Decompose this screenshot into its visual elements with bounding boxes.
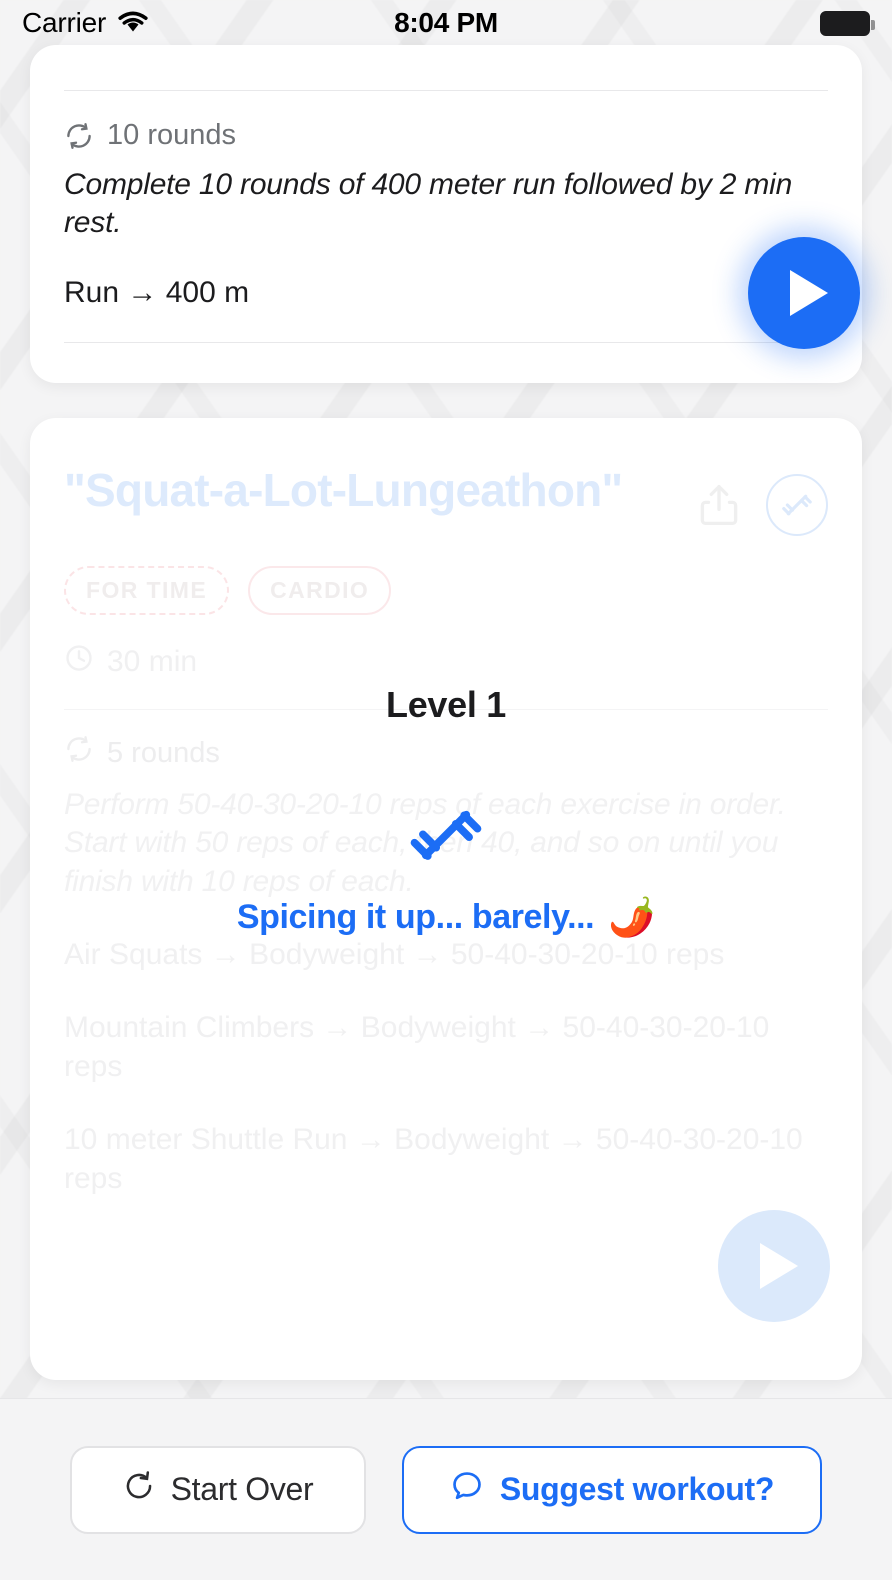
card-bottom-body: 5 rounds Perform 50-40-30-20-10 reps of … xyxy=(30,734,862,1198)
next-workout-card[interactable]: "Squat-a-Lot-Lungeathon" FOR TIME CARDIO… xyxy=(30,418,862,1380)
current-workout-card[interactable]: 10 rounds Complete 10 rounds of 400 mete… xyxy=(30,45,862,383)
rounds-row: 10 rounds xyxy=(64,119,828,152)
wifi-icon xyxy=(116,8,150,39)
clock-icon xyxy=(64,643,94,681)
start-over-button[interactable]: Start Over xyxy=(70,1445,366,1534)
card-top-divider xyxy=(64,90,828,91)
card-actions xyxy=(698,462,828,536)
play-icon xyxy=(790,270,828,316)
title-row: "Squat-a-Lot-Lungeathon" xyxy=(64,418,828,536)
rounds-label-ghost: 5 rounds xyxy=(107,736,220,769)
card-top-body: 10 rounds Complete 10 rounds of 400 mete… xyxy=(30,119,862,342)
restart-icon xyxy=(123,1470,155,1510)
exercise-item: Mountain Climbers → Bodyweight → 50-40-3… xyxy=(64,1011,770,1084)
chat-bubble-icon xyxy=(450,1469,484,1511)
dumbbell-icon[interactable] xyxy=(766,474,828,536)
workout-description: Complete 10 rounds of 400 meter run foll… xyxy=(64,168,793,240)
play-icon xyxy=(760,1243,798,1289)
carrier-label: Carrier xyxy=(22,7,107,38)
app-screen: Carrier 8:04 PM 10 rounds Complete 10 ro… xyxy=(0,0,892,1580)
exercise-item: 10 meter Shuttle Run → Bodyweight → 50-4… xyxy=(64,1123,803,1196)
duration-label: 30 min xyxy=(107,645,198,678)
duration-row: 30 min xyxy=(64,643,828,681)
suggest-workout-button[interactable]: Suggest workout? xyxy=(402,1445,822,1534)
rounds-row-ghost: 5 rounds xyxy=(64,734,828,772)
play-next-workout-button[interactable] xyxy=(718,1210,830,1322)
tag-cardio: CARDIO xyxy=(248,566,392,615)
start-over-label: Start Over xyxy=(170,1471,314,1507)
suggest-workout-label: Suggest workout? xyxy=(499,1471,775,1507)
play-workout-button[interactable] xyxy=(748,237,860,349)
bottom-action-bar: Start Over Suggest workout? xyxy=(0,1398,892,1580)
tag-list: FOR TIME CARDIO xyxy=(64,566,828,615)
status-bar-left: Carrier xyxy=(22,7,150,39)
workout-title: "Squat-a-Lot-Lungeathon" xyxy=(64,464,623,516)
tag-for-time: FOR TIME xyxy=(64,566,230,615)
workout-description-ghost: Perform 50-40-30-20-10 reps of each exer… xyxy=(64,788,786,898)
exercise-item: Air Squats → Bodyweight → 50-40-30-20-10… xyxy=(64,938,725,972)
card-bottom-divider xyxy=(64,709,828,710)
battery-full-icon xyxy=(820,10,875,36)
card-top-bottom-divider xyxy=(64,341,828,343)
status-bar-right xyxy=(820,10,875,36)
exercise-item: Run → 400 m xyxy=(64,275,250,309)
share-icon[interactable] xyxy=(698,482,740,528)
card-bottom-header: "Squat-a-Lot-Lungeathon" FOR TIME CARDIO… xyxy=(30,418,862,681)
rounds-label: 10 rounds xyxy=(107,119,236,151)
repeat-icon xyxy=(64,734,94,772)
status-bar: Carrier 8:04 PM xyxy=(0,0,892,46)
repeat-icon xyxy=(64,121,94,151)
card-bottom-content: "Squat-a-Lot-Lungeathon" FOR TIME CARDIO… xyxy=(30,418,862,1198)
